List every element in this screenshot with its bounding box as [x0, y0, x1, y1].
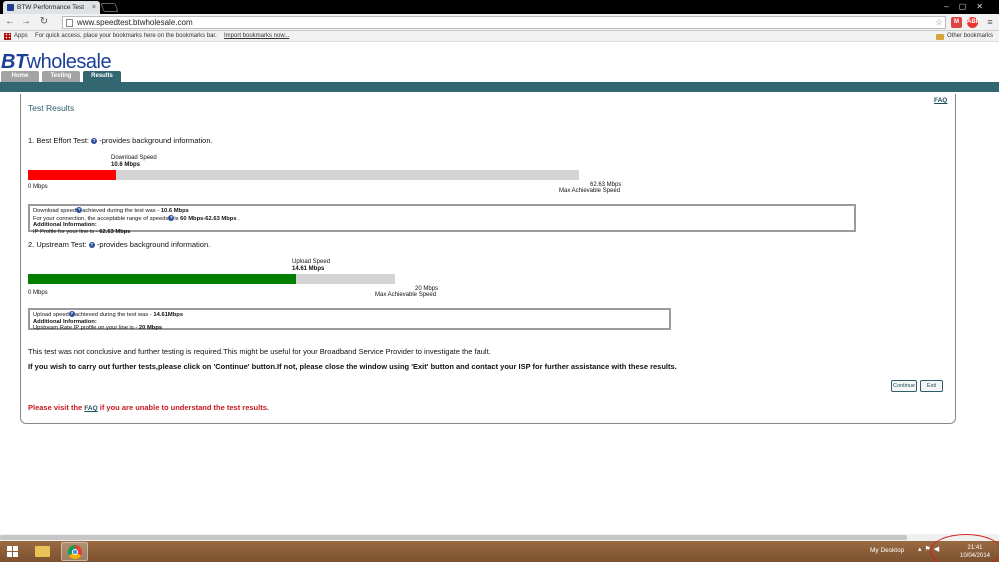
- site-favicon-icon: [7, 4, 14, 11]
- faq-help-text: Please visit the FAQ if you are unable t…: [28, 403, 269, 412]
- faq-inline-link[interactable]: FAQ: [84, 405, 97, 412]
- upload-speed-value: 14.61 Mbps: [292, 266, 325, 272]
- gmail-extension-icon[interactable]: M: [951, 17, 962, 28]
- new-tab-button[interactable]: [100, 3, 119, 12]
- apps-link[interactable]: Apps: [14, 31, 28, 42]
- best-effort-heading: 1. Best Effort Test: ? -provides backgro…: [28, 136, 213, 145]
- download-speed-bar: [28, 170, 579, 180]
- upload-info-box: Upload speed? achieved during the test wa…: [28, 308, 671, 331]
- tab-title: BTW Performance Test: [17, 4, 85, 11]
- question-icon[interactable]: ?: [91, 138, 98, 144]
- address-bar[interactable]: www.speedtest.btwholesale.com ☆: [62, 16, 946, 29]
- page-icon: [66, 19, 73, 27]
- upload-min-label: 0 Mbps: [28, 290, 48, 296]
- menu-icon[interactable]: ≡: [984, 16, 996, 28]
- star-icon[interactable]: ☆: [935, 17, 943, 28]
- my-desktop-toolbar[interactable]: My Desktop: [870, 547, 904, 554]
- close-tab-icon[interactable]: ×: [92, 1, 96, 14]
- page-title: Test Results: [28, 103, 75, 113]
- instructions-text: If you wish to carry out further tests,p…: [28, 362, 677, 371]
- upload-speed-bar: [28, 274, 395, 284]
- download-speed-fill: [28, 170, 117, 180]
- taskbar: My Desktop ▴⚑◀ 21:41 10/04/2014: [0, 541, 999, 562]
- tab-strip: BTW Performance Test × –▢✕: [0, 0, 999, 14]
- horizontal-scrollbar[interactable]: [0, 534, 999, 541]
- upload-max-label: Max Achievable Speed: [375, 292, 437, 298]
- upload-speed-fill: [28, 274, 297, 284]
- tab-home[interactable]: Home: [1, 71, 39, 82]
- import-bookmarks-link[interactable]: Import bookmarks now...: [224, 31, 289, 42]
- tab-testing[interactable]: Testing: [42, 71, 80, 82]
- chrome-icon[interactable]: [61, 542, 88, 561]
- download-speed-label: Download Speed: [111, 155, 157, 161]
- reload-icon[interactable]: ↻: [38, 16, 50, 28]
- faq-link[interactable]: FAQ: [934, 97, 947, 104]
- url-text: www.speedtest.btwholesale.com: [77, 18, 193, 27]
- forward-icon[interactable]: →: [20, 16, 32, 28]
- tab-results[interactable]: Results: [83, 71, 121, 82]
- browser-toolbar: ← → ↻ www.speedtest.btwholesale.com ☆ M …: [0, 14, 999, 31]
- download-min-label: 0 Mbps: [28, 184, 48, 190]
- upload-speed-label: Upload Speed: [292, 259, 331, 265]
- site-nav-bar: [0, 82, 999, 92]
- other-bookmarks[interactable]: Other bookmarks: [947, 31, 993, 42]
- exit-button[interactable]: Exit: [920, 380, 943, 392]
- bookmarks-bar: Apps For quick access, place your bookma…: [0, 31, 999, 42]
- download-max-label: Max Achievable Speed: [559, 188, 621, 194]
- back-icon[interactable]: ←: [4, 16, 16, 28]
- bookmarks-hint: For quick access, place your bookmarks h…: [35, 33, 217, 39]
- explorer-icon[interactable]: [29, 542, 56, 561]
- download-info-box: Download speed? achieved during the test …: [28, 204, 856, 235]
- red-annotation-circle: [930, 534, 999, 562]
- adblock-extension-icon[interactable]: ABP: [967, 17, 980, 28]
- test-verdict: This test was not conclusive and further…: [28, 347, 491, 356]
- browser-tab[interactable]: BTW Performance Test ×: [3, 1, 100, 14]
- window-controls[interactable]: –▢✕: [944, 2, 993, 11]
- continue-button[interactable]: Continue: [891, 380, 917, 392]
- bt-wholesale-logo: BTwholesale: [1, 51, 112, 73]
- question-icon[interactable]: ?: [88, 242, 95, 248]
- windows-logo-icon[interactable]: [7, 546, 19, 558]
- upstream-heading: 2. Upstream Test: ? -provides background…: [28, 240, 211, 249]
- download-speed-value: 10.6 Mbps: [111, 162, 141, 168]
- scrollbar-thumb[interactable]: [0, 535, 907, 540]
- apps-grid-icon: [4, 33, 11, 40]
- folder-icon: [936, 34, 944, 40]
